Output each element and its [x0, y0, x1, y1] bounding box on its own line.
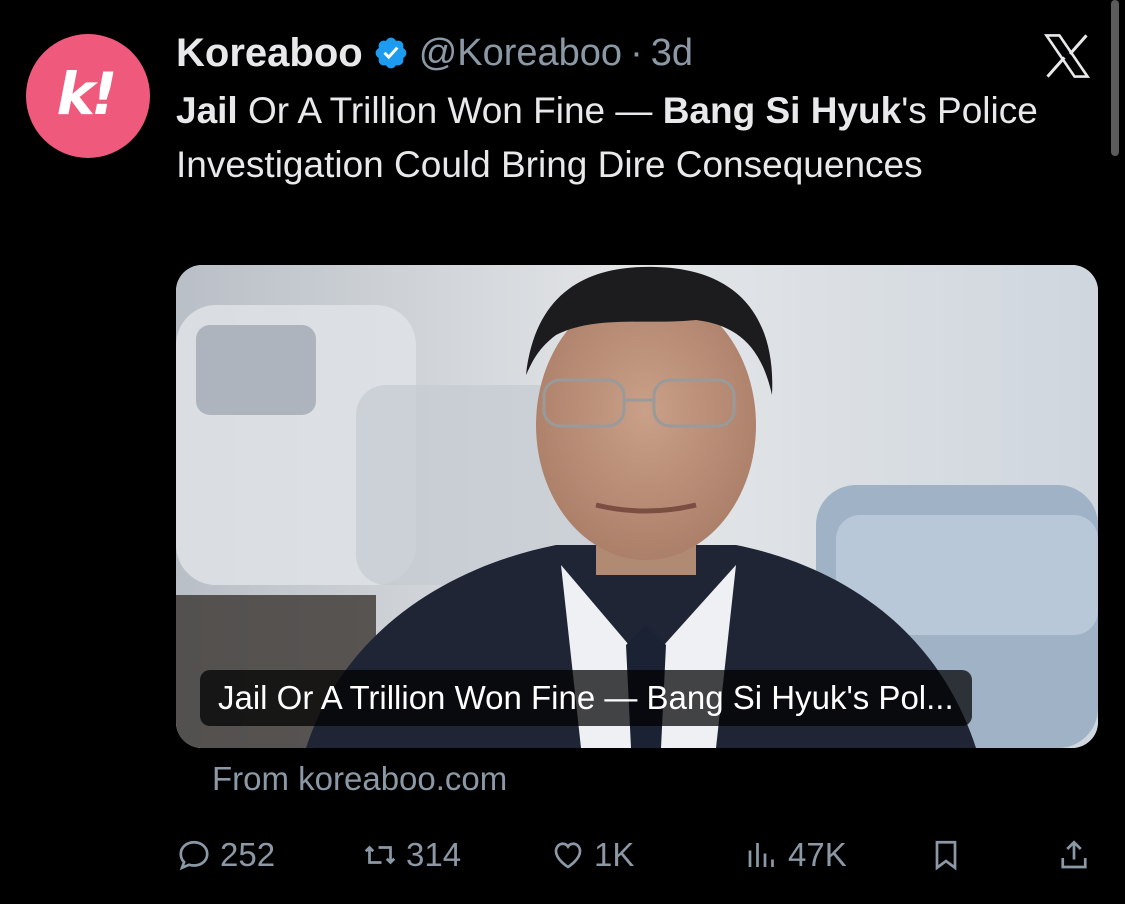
reply-icon — [179, 840, 209, 871]
tweet-text: Jail Or A Trillion Won Fine — Bang Si Hy… — [176, 84, 1056, 192]
retweet-count: 314 — [406, 836, 462, 873]
share-icon — [1061, 840, 1087, 869]
headline-bold-1: Jail — [176, 90, 238, 131]
bookmark-button[interactable] — [928, 828, 972, 882]
views-button[interactable]: 47K — [744, 828, 847, 882]
card-caption: Jail Or A Trillion Won Fine — Bang Si Hy… — [200, 670, 972, 726]
share-button[interactable] — [1056, 828, 1100, 882]
like-icon — [554, 842, 582, 869]
handle[interactable]: @Koreaboo — [419, 32, 622, 75]
separator-dot: · — [630, 31, 643, 74]
verified-badge-icon — [375, 37, 407, 69]
display-name[interactable]: Koreaboo — [176, 31, 363, 76]
avatar-logo-text: k! — [56, 60, 117, 128]
bookmark-icon — [935, 840, 957, 871]
timestamp[interactable]: 3d — [651, 32, 693, 75]
link-card[interactable]: Jail Or A Trillion Won Fine — Bang Si Hy… — [176, 265, 1098, 748]
tweet-header: Koreaboo @Koreaboo · 3d — [176, 28, 693, 78]
scrollbar[interactable] — [1111, 0, 1119, 156]
like-button[interactable]: 1K — [550, 828, 634, 882]
reply-button[interactable]: 252 — [176, 828, 275, 882]
avatar[interactable]: k! — [26, 34, 150, 158]
card-source[interactable]: From koreaboo.com — [212, 760, 507, 798]
action-bar: 252 314 1K 47K — [176, 828, 1098, 882]
reply-count: 252 — [220, 836, 276, 873]
like-count: 1K — [594, 836, 635, 873]
retweet-icon — [364, 845, 396, 865]
headline-text-1: Or A Trillion Won Fine — — [237, 90, 663, 131]
view-count: 47K — [788, 836, 847, 873]
headline-bold-2: Bang Si Hyuk — [662, 90, 902, 131]
retweet-button[interactable]: 314 — [362, 828, 461, 882]
views-icon — [748, 843, 774, 867]
x-logo-icon — [1043, 34, 1091, 78]
